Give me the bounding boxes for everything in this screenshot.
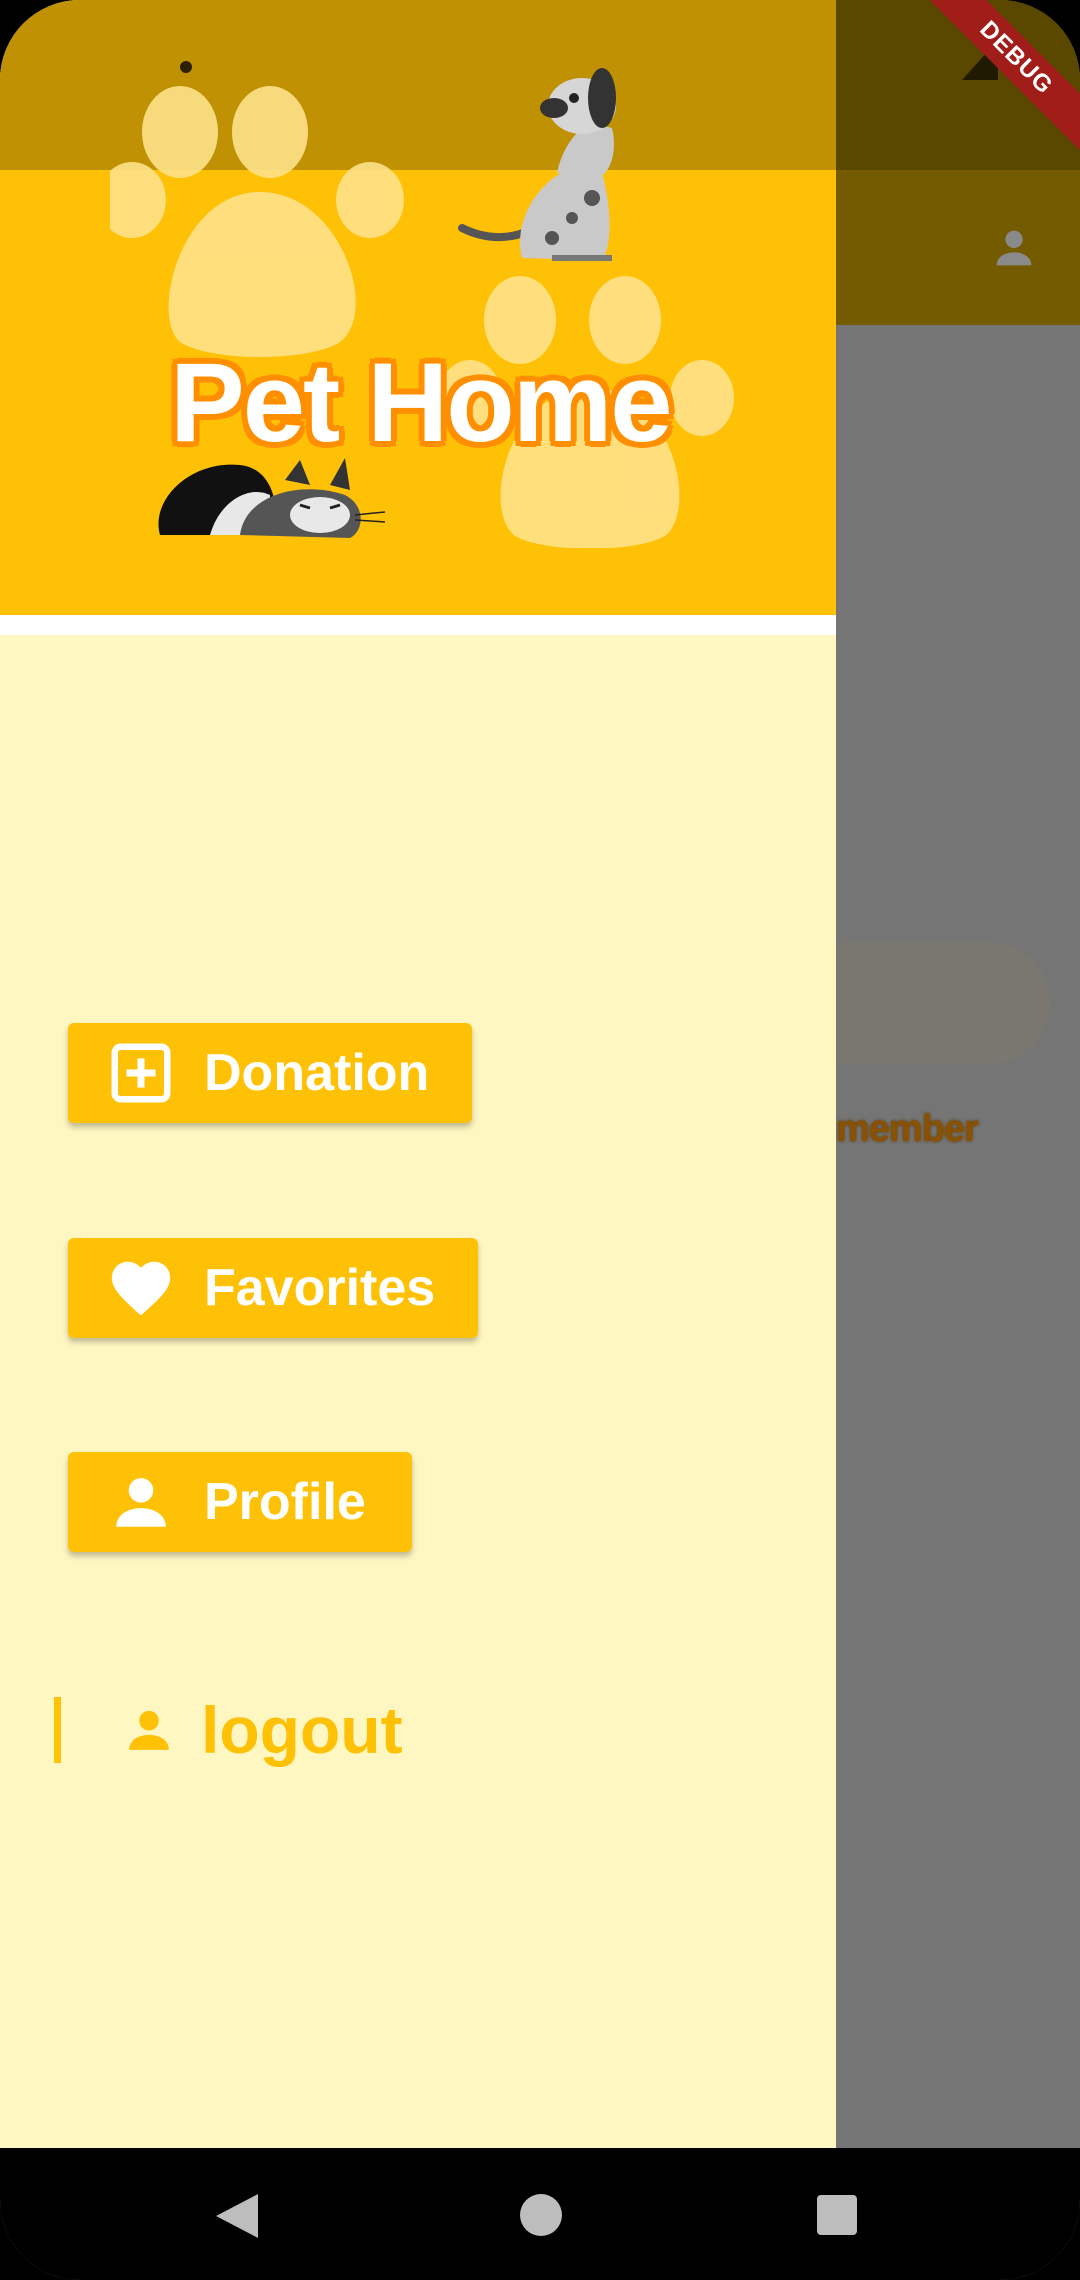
dog-illustration-icon [458, 68, 616, 261]
profile-label: Profile [204, 1473, 366, 1531]
person-icon [129, 1710, 169, 1750]
account-icon[interactable] [988, 222, 1040, 274]
device-screen: member DEBUG Pet Home Donation Favorites… [0, 0, 1080, 2280]
home-icon[interactable] [520, 2194, 562, 2236]
heart-icon [111, 1261, 171, 1316]
drawer-header: Pet Home [0, 0, 836, 615]
add-box-icon [111, 1043, 171, 1103]
donation-label: Donation [204, 1044, 430, 1102]
camera-cutout [180, 61, 192, 73]
navigation-drawer: Pet Home Donation Favorites Profile logo… [0, 0, 836, 2148]
back-icon[interactable] [216, 2194, 258, 2238]
logout-label: logout [201, 1693, 403, 1767]
person-icon [116, 1478, 166, 1527]
app-title: Pet Home [170, 340, 673, 465]
profile-button[interactable]: Profile [68, 1452, 412, 1552]
donation-button[interactable]: Donation [68, 1023, 472, 1123]
favorites-button[interactable]: Favorites [68, 1238, 478, 1338]
favorites-label: Favorites [204, 1259, 436, 1317]
underlying-remember-text: member [836, 1108, 979, 1150]
paw-print-icon [110, 86, 404, 357]
recents-icon[interactable] [817, 2195, 857, 2235]
logout-indicator [54, 1697, 61, 1763]
logout-button[interactable]: logout [54, 1690, 403, 1770]
header-divider [0, 615, 836, 635]
